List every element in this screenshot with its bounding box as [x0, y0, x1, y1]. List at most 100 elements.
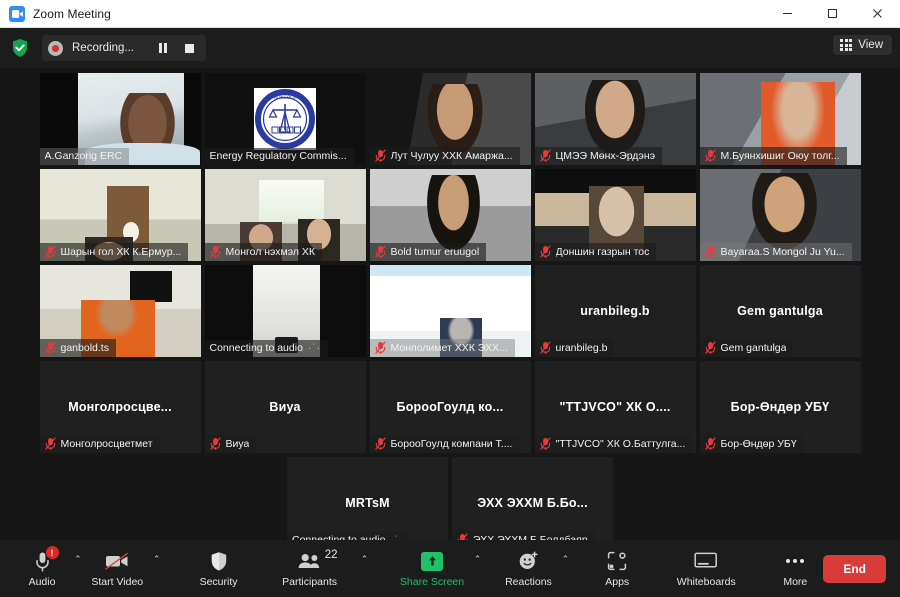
participant-tile[interactable]: Лут Чулуу ХХК Амаржа... [369, 73, 531, 165]
gallery-row: ganbold.ts Connecting to audio ·˙· Монполи… [39, 263, 861, 359]
participant-tile[interactable]: Шарын гол ХК К.Ермур... [39, 169, 201, 261]
mic-muted-icon [539, 341, 551, 354]
mic-muted-icon [704, 149, 716, 162]
gallery-row: Шарын гол ХК К.Ермур... Монгол нэхмэл ХК… [39, 167, 861, 263]
window-titlebar: Zoom Meeting [0, 0, 900, 28]
participant-name: "TTJVCO" ХК О.Баттулга... [555, 437, 686, 450]
participant-name-bar: Доншин газрын тос [534, 243, 657, 261]
participant-gallery: A.Ganzorig ERC MONGOLIA Energy Regulator… [0, 68, 900, 549]
participant-name-bar: Монполимет ХХК ЭХХ... [369, 339, 515, 357]
participant-name: uranbileg.b [555, 341, 608, 354]
participant-tile[interactable]: Монгол нэхмэл ХК [204, 169, 366, 261]
share-screen-button[interactable]: Share Screen [394, 544, 469, 593]
participant-name-bar: Bayaraa.S Mongol Ju Yu... [699, 243, 852, 261]
zoom-camera-icon [9, 5, 25, 22]
stop-recording-button[interactable] [176, 35, 202, 61]
participant-name: ganbold.ts [60, 341, 109, 354]
participant-tile[interactable]: М.Буянхишиг Оюу толг... [699, 73, 861, 165]
reactions-options-caret[interactable]: ⌃ [557, 544, 573, 593]
participant-name-bar: Монгол нэхмэл ХК [204, 243, 323, 261]
participant-tile[interactable]: Bayaraa.S Mongol Ju Yu... [699, 169, 861, 261]
audio-options-caret[interactable]: ⌃ [70, 544, 86, 593]
reactions-button[interactable]: Reactions [499, 544, 557, 593]
end-meeting-button[interactable]: End [823, 554, 886, 583]
participant-name-bar: ЦМЭЭ Мөнх-Эрдэнэ [534, 147, 663, 165]
participant-name-bar: Energy Regulatory Commis... [204, 148, 354, 165]
mic-muted-icon [209, 245, 221, 258]
participant-name-bar: Шарын гол ХК К.Ермур... [39, 243, 189, 261]
apps-label: Apps [605, 576, 630, 588]
stop-icon [184, 43, 194, 53]
participants-button[interactable]: 22 Participants [277, 544, 343, 593]
mic-muted-icon [44, 341, 56, 354]
mic-muted-icon [44, 437, 56, 450]
window-controls [765, 0, 900, 28]
participant-tile[interactable]: Монголросцве... Монголросцветмет [39, 361, 201, 453]
audio-button[interactable]: ! Audio [14, 544, 70, 593]
participant-name: Монгол нэхмэл ХК [225, 245, 316, 258]
minimize-button[interactable] [765, 0, 810, 28]
mic-muted-icon [209, 437, 221, 450]
participant-tile[interactable]: MONGOLIA Energy Regulatory Commis... [204, 73, 366, 165]
participant-tile[interactable]: Bold tumur eruugol [369, 169, 531, 261]
participant-tile[interactable]: Виуа Виуа [204, 361, 366, 453]
microphone-muted-icon: ! [34, 546, 59, 573]
more-dots-icon [786, 549, 805, 573]
participant-tile[interactable]: Монполимет ХХК ЭХХ... [369, 265, 531, 357]
mic-muted-icon [44, 245, 56, 258]
participant-name-bar: Connecting to audio ·˙· [204, 340, 328, 357]
gallery-row: A.Ganzorig ERC MONGOLIA Energy Regulator… [39, 71, 861, 167]
participant-tile[interactable]: ЦМЭЭ Мөнх-Эрдэнэ [534, 73, 696, 165]
mic-muted-icon [704, 245, 716, 258]
participants-options-caret[interactable]: ⌃ [357, 544, 373, 593]
record-dot-icon [48, 40, 63, 56]
more-button[interactable]: More [767, 544, 823, 593]
participant-name: ЦМЭЭ Мөнх-Эрдэнэ [555, 149, 656, 162]
security-shield-icon[interactable] [10, 37, 30, 59]
participant-tile[interactable]: БорооГоулд ко... БорооГоулд компани Т...… [369, 361, 531, 453]
participant-tile[interactable]: MRTsMConnecting to audio·˙· [287, 457, 448, 549]
participant-tile[interactable]: Connecting to audio ·˙· [204, 265, 366, 357]
start-video-label: Start Video [91, 576, 144, 588]
apps-button[interactable]: Apps [589, 544, 645, 593]
participant-name: Шарын гол ХК К.Ермур... [60, 245, 182, 258]
whiteboards-button[interactable]: Whiteboards [671, 544, 741, 593]
participant-tile[interactable]: uranbileg.b uranbileg.b [534, 265, 696, 357]
mic-muted-icon [539, 149, 551, 162]
participant-name-bar: Gem gantulga [699, 339, 794, 357]
participant-tile[interactable]: Бор-Өндөр УБҮ Бор-Өндөр УБҮ [699, 361, 861, 453]
participant-name-bar: "TTJVCO" ХК О.Баттулга... [534, 435, 693, 453]
pause-recording-button[interactable] [150, 35, 176, 61]
close-button[interactable] [855, 0, 900, 28]
participant-tile[interactable]: Доншин газрын тос [534, 169, 696, 261]
participant-name-bar: Виуа [204, 435, 257, 453]
participants-count: 22 [324, 549, 338, 561]
mic-muted-icon [539, 245, 551, 258]
share-screen-arrow-icon [421, 549, 444, 573]
participant-name: Connecting to audio [209, 342, 303, 354]
grid-view-icon [840, 39, 853, 51]
mic-muted-icon [539, 437, 551, 450]
security-button[interactable]: Security [191, 544, 247, 593]
maximize-button[interactable] [810, 0, 855, 28]
participant-name: Gem gantulga [720, 341, 787, 354]
connecting-dots-icon: ·˙· [307, 342, 321, 354]
participant-name-bar: ganbold.ts [39, 339, 116, 357]
participant-tile[interactable]: A.Ganzorig ERC [39, 73, 201, 165]
share-options-caret[interactable]: ⌃ [470, 544, 486, 593]
svg-text:MONGOLIA: MONGOLIA [273, 95, 296, 100]
start-video-button[interactable]: Start Video [86, 544, 149, 593]
recording-bar: Recording... View [0, 28, 900, 68]
participant-tile[interactable]: "TTJVCO" ХК О.... "TTJVCO" ХК О.Баттулга… [534, 361, 696, 453]
participant-name-bar: Лут Чулуу ХХК Амаржа... [369, 147, 520, 165]
participant-tile[interactable]: ganbold.ts [39, 265, 201, 357]
participant-tile[interactable]: ЭХХ ЭХХМ Б.Бо... ЭХХ ЭХХМ Б.Болдбаяр [452, 457, 613, 549]
mic-muted-icon [374, 245, 386, 258]
participant-name: Energy Regulatory Commis... [209, 150, 347, 162]
participant-name-bar: Монголросцветмет [39, 435, 160, 453]
participant-tile[interactable]: Gem gantulga Gem gantulga [699, 265, 861, 357]
audio-label: Audio [28, 576, 56, 588]
video-options-caret[interactable]: ⌃ [149, 544, 165, 593]
view-button[interactable]: View [833, 35, 892, 55]
mic-muted-icon [374, 437, 386, 450]
